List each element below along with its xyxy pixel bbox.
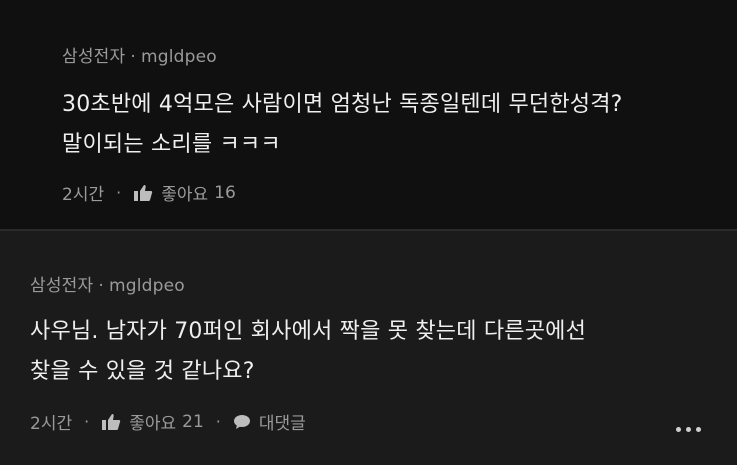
comment-author: 삼성전자 · mgldpeo xyxy=(62,42,217,67)
speech-bubble-icon[interactable] xyxy=(233,414,251,430)
reply-button[interactable]: 대댓글 xyxy=(259,409,306,434)
channel-name: 삼성전자 xyxy=(62,47,126,67)
like-count: 16 xyxy=(214,182,236,203)
separator: · xyxy=(84,412,90,431)
separator: · xyxy=(215,412,221,431)
more-dot xyxy=(696,427,701,432)
like-count: 21 xyxy=(182,411,204,432)
comment-text-line: 말이되는 소리를 ㅋㅋㅋ xyxy=(62,132,281,157)
more-options-icon[interactable] xyxy=(676,427,701,432)
username[interactable]: mgldpeo xyxy=(109,276,185,296)
separator: · xyxy=(130,47,136,67)
timestamp: 2시간 xyxy=(62,185,105,205)
comment-actions: 2시간 · 좋아요 16 xyxy=(62,180,236,206)
like-label[interactable]: 좋아요 xyxy=(161,180,208,205)
more-dot xyxy=(686,427,691,432)
timestamp: 2시간 xyxy=(30,414,73,434)
thumbs-up-icon[interactable] xyxy=(133,184,153,202)
thumbs-up-icon[interactable] xyxy=(101,413,121,431)
more-dot xyxy=(676,427,681,432)
channel-name: 삼성전자 xyxy=(30,276,94,296)
comment-author: 삼성전자 · mgldpeo xyxy=(30,271,185,296)
comment-card: 삼성전자 · mgldpeo 사우님. 남자가 70퍼인 회사에서 짝을 못 찾는데… xyxy=(0,231,737,465)
separator: · xyxy=(116,183,122,202)
username[interactable]: mgldpeo xyxy=(141,47,217,67)
comment-text-line: 30초반에 4억모은 사람이면 엄청난 독종일텐데 무던한성격? xyxy=(62,92,623,117)
comment-text-line: 찾을 수 있을 것 같나요? xyxy=(30,359,255,384)
comment-card: 삼성전자 · mgldpeo 30초반에 4억모은 사람이면 엄청난 독종일텐데 무… xyxy=(0,0,737,229)
comment-text-line: 사우님. 남자가 70퍼인 회사에서 짝을 못 찾는데 다른곳에선 xyxy=(30,319,587,344)
separator: · xyxy=(98,276,104,296)
comment-actions: 2시간 · 좋아요 21 · 대댓글 xyxy=(30,409,306,435)
like-label[interactable]: 좋아요 xyxy=(129,409,176,434)
